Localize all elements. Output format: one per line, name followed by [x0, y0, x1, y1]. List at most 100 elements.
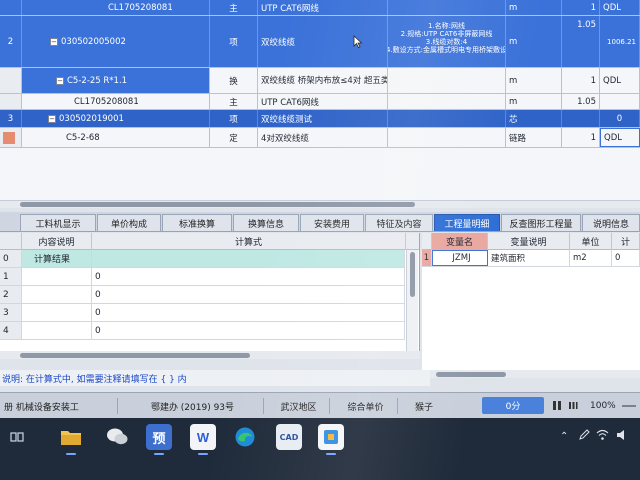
status-bar: 册 机械设备安装工 鄂建办 (2019) 93号 武汉地区 综合单价 猴子 0分… — [0, 392, 640, 418]
scrollbar-thumb[interactable] — [436, 372, 506, 377]
table-row[interactable]: C5-2-68 定 4对双绞线缆 链路 1 QDL — [0, 128, 640, 148]
tab-quantity-details[interactable]: 工程量明细 — [434, 214, 500, 231]
table-row[interactable]: CL1705208081 主 UTP CAT6网线 m 1.05 — [0, 94, 640, 110]
row-kind: 项 — [210, 16, 258, 67]
budget-software-icon[interactable]: 预 — [146, 424, 172, 455]
row-unit: m — [506, 16, 562, 67]
row-index: 1 — [422, 250, 432, 266]
row-unit: 芯 — [506, 110, 562, 127]
table-row[interactable]: − C5-2-25 R*1.1 换 双绞线缆 桥架内布放≤4对 超五类的布线工程… — [0, 68, 640, 94]
table-row[interactable]: 3 0 — [0, 304, 405, 322]
row-extra: 1006.21 — [600, 16, 640, 67]
row-description[interactable] — [22, 268, 92, 285]
row-code-text: 030502019001 — [59, 113, 124, 124]
variable-horizontal-scrollbar[interactable] — [422, 370, 640, 378]
row-tag: QDL — [600, 0, 640, 15]
row-variable-name[interactable]: JZMJ — [432, 250, 488, 266]
row-name: 双绞线缆 — [258, 16, 388, 67]
table-row[interactable]: 2 0 — [0, 286, 405, 304]
file-explorer-icon[interactable] — [58, 424, 84, 455]
tab-description[interactable]: 说明信息 — [582, 214, 640, 231]
wps-icon[interactable]: W — [190, 424, 216, 455]
upper-horizontal-scrollbar[interactable] — [0, 200, 640, 208]
edge-icon[interactable] — [232, 424, 258, 450]
running-indicator — [326, 453, 336, 455]
row-qty: 1 — [562, 0, 600, 15]
row-description[interactable] — [22, 322, 92, 339]
row-qty: 1.05 — [562, 16, 600, 67]
tab-conversion-info[interactable]: 换算信息 — [233, 214, 299, 231]
status-pricing-mode: 综合单价 — [334, 398, 398, 414]
app-label: CAD — [279, 432, 299, 442]
collapse-icon[interactable]: − — [50, 37, 58, 46]
row-tag[interactable]: QDL — [600, 128, 640, 147]
volume-icon[interactable] — [616, 429, 629, 441]
tab-unit-price[interactable]: 单价构成 — [97, 214, 161, 231]
row-code: CL1705208081 — [22, 94, 210, 109]
table-row[interactable]: 2 − 030502005002 项 双绞线缆 1.名称:网线 2.规格:UTP… — [0, 16, 640, 68]
table-row[interactable]: 1 JZMJ 建筑面积 m2 0 — [422, 250, 640, 267]
row-formula[interactable]: 0 — [92, 322, 405, 339]
table-row[interactable]: CL1705208081 主 UTP CAT6网线 m 1 QDL — [0, 0, 640, 16]
zoom-slider-icon[interactable] — [622, 403, 636, 409]
row-extra: 0 — [600, 110, 640, 127]
cad-icon[interactable]: CAD — [276, 424, 302, 450]
row-formula[interactable] — [92, 250, 405, 267]
tab-installation-fees[interactable]: 安装费用 — [300, 214, 364, 231]
row-index: 4 — [0, 322, 22, 339]
row-formula[interactable]: 0 — [92, 268, 405, 285]
variable-table-header: 变量名 变量说明 单位 计 — [422, 233, 640, 250]
row-variable-desc: 建筑面积 — [488, 250, 570, 266]
row-tag: QDL — [600, 68, 640, 93]
row-index: 1 — [0, 268, 22, 285]
task-view-icon[interactable] — [10, 430, 24, 444]
scrollbar-thumb[interactable] — [20, 353, 250, 358]
collapse-icon[interactable]: − — [56, 76, 64, 85]
row-name: UTP CAT6网线 — [258, 0, 388, 15]
table-row[interactable]: 0 计算结果 — [0, 250, 405, 268]
row-description[interactable] — [22, 304, 92, 321]
running-indicator — [66, 453, 76, 455]
row-unit: m — [506, 0, 562, 15]
tab-reverse-lookup[interactable]: 反查图形工程量 — [501, 214, 581, 231]
table-row[interactable]: 3 − 030502019001 项 双绞线缆测试 芯 0 — [0, 110, 640, 128]
tab-standard-conversion[interactable]: 标准换算 — [162, 214, 232, 231]
zoom-toggle-button[interactable]: 0分 — [482, 397, 544, 414]
split-view-icon[interactable] — [552, 400, 562, 411]
row-name: UTP CAT6网线 — [258, 94, 388, 109]
column-view-icon[interactable] — [568, 400, 578, 411]
wechat-icon[interactable] — [104, 424, 130, 450]
row-formula[interactable]: 0 — [92, 286, 405, 303]
row-formula[interactable]: 0 — [92, 304, 405, 321]
row-description[interactable] — [22, 286, 92, 303]
calc-vertical-scrollbar[interactable] — [406, 250, 418, 356]
mouse-cursor-icon — [353, 35, 363, 48]
teamviewer-icon[interactable] — [318, 424, 344, 455]
wifi-icon[interactable] — [596, 429, 609, 441]
tab-labor-material[interactable]: 工料机显示 — [20, 214, 96, 231]
header-unit: 单位 — [570, 233, 612, 250]
row-description: 计算结果 — [22, 250, 92, 267]
row-kind: 换 — [210, 68, 258, 93]
collapse-icon[interactable]: − — [48, 114, 56, 123]
tab-features-content[interactable]: 特征及内容 — [365, 214, 433, 231]
row-qty: 1 — [562, 68, 600, 93]
running-indicator — [154, 453, 164, 455]
scrollbar-thumb[interactable] — [410, 252, 415, 297]
row-index: 3 — [0, 110, 22, 127]
row-index: 3 — [0, 304, 22, 321]
item-grid: CL1705208081 主 UTP CAT6网线 m 1 QDL 2 − 03… — [0, 0, 640, 200]
table-row[interactable]: 4 0 — [0, 322, 405, 340]
scrollbar-thumb[interactable] — [20, 202, 415, 207]
formula-hint: 说明: 在计算式中, 如需要注释请填写在 { } 内 — [0, 370, 430, 386]
row-index — [0, 128, 22, 147]
calc-horizontal-scrollbar[interactable] — [0, 351, 420, 359]
header-formula: 计算式 — [92, 233, 406, 250]
row-kind: 主 — [210, 0, 258, 15]
row-code: C5-2-68 — [22, 128, 210, 147]
row-index — [0, 0, 22, 15]
tray-chevron-icon[interactable]: ⌃ — [560, 428, 568, 444]
pen-icon[interactable] — [578, 429, 590, 441]
table-row[interactable]: 1 0 — [0, 268, 405, 286]
status-quota-book: 册 机械设备安装工 — [0, 398, 118, 414]
